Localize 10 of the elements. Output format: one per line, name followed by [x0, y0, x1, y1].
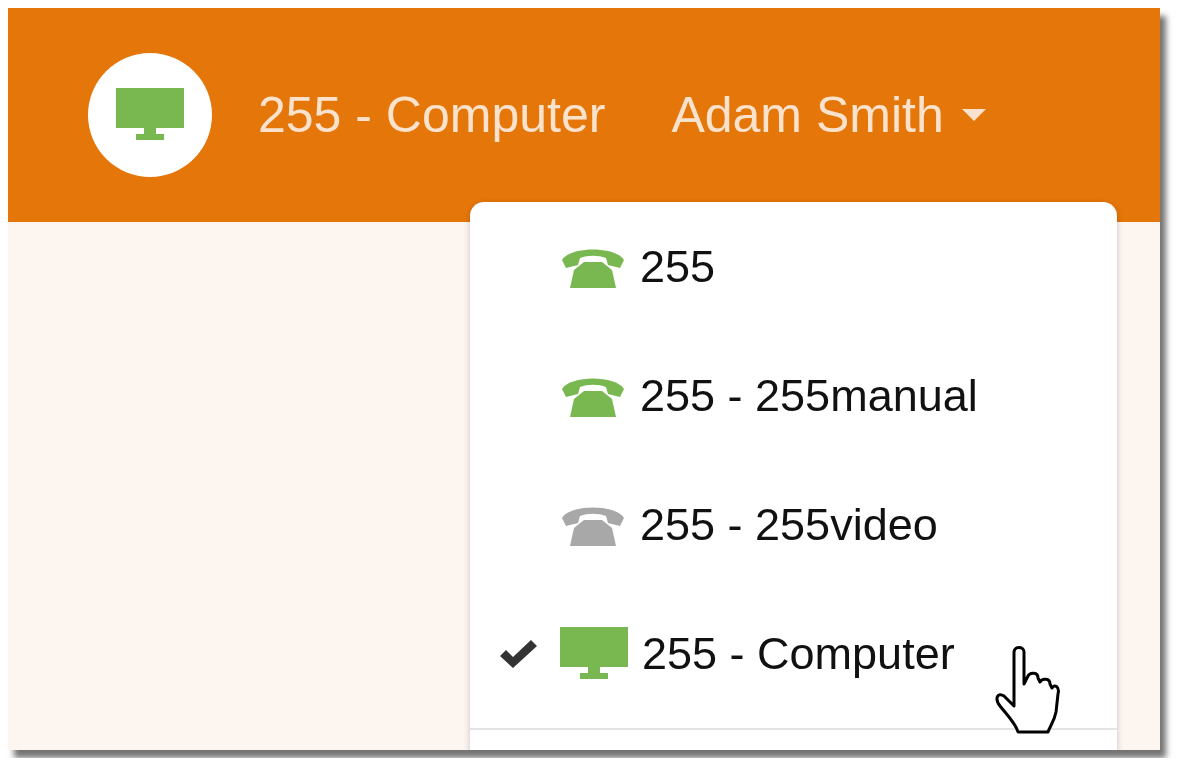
device-menu-item[interactable]: 255	[470, 202, 1117, 331]
device-menu-item[interactable]: 255 - Computer	[470, 589, 1117, 718]
monitor-icon	[116, 88, 184, 142]
device-menu-item[interactable]: 255 - 255manual	[470, 331, 1117, 460]
current-device-label: 255 - Computer	[258, 86, 606, 144]
checkmark-icon	[498, 637, 538, 670]
caret-icon	[961, 109, 986, 121]
monitor-icon	[560, 626, 628, 681]
hand-cursor-icon	[994, 646, 1060, 736]
device-menu-item[interactable]: 255 - 255video	[470, 460, 1117, 589]
